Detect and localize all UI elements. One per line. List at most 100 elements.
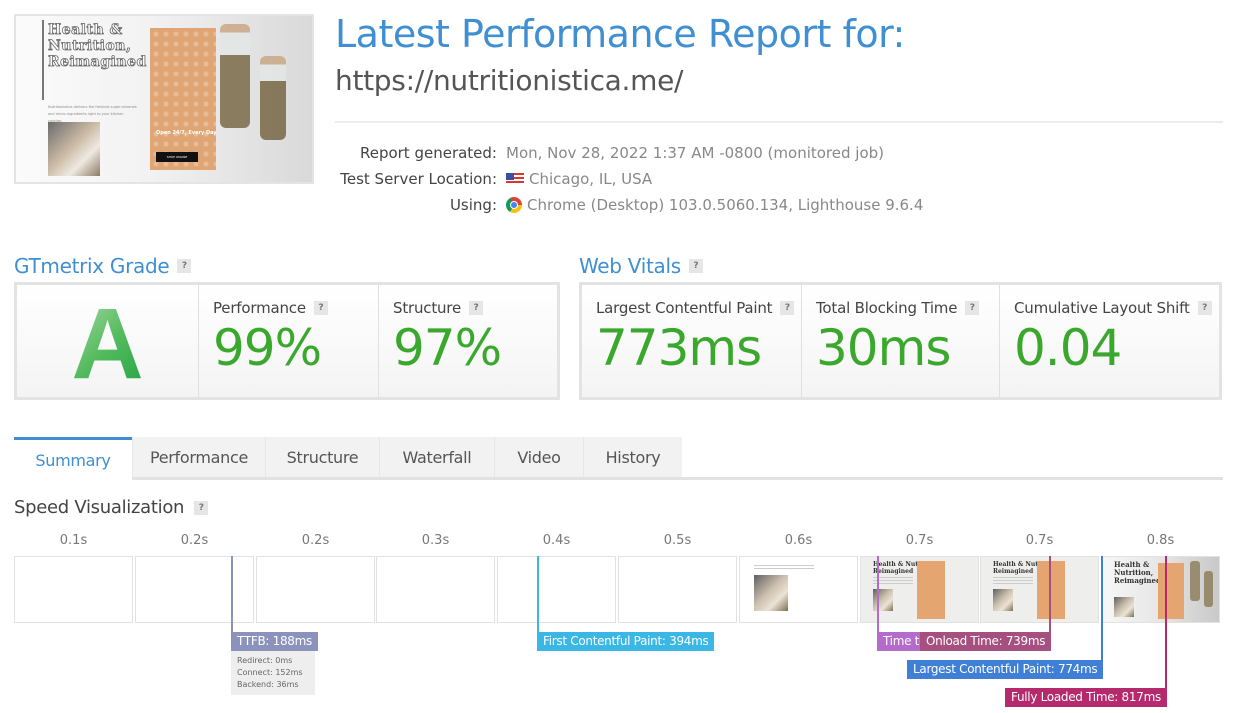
help-icon[interactable]: ? bbox=[468, 301, 483, 315]
filmstrip-frame[interactable] bbox=[14, 556, 133, 623]
ttfb-connect: Connect: 152ms bbox=[237, 668, 303, 677]
thumbnail-jar-image bbox=[220, 24, 250, 128]
gtmetrix-grade-title: GTmetrix Grade bbox=[14, 254, 170, 278]
help-icon[interactable]: ? bbox=[965, 301, 980, 315]
speed-visualization-heading: Speed Visualization ? bbox=[14, 497, 209, 518]
meta-key: Report generated: bbox=[359, 144, 497, 162]
onload-marker-line bbox=[1049, 556, 1051, 632]
fully-marker-line bbox=[1165, 556, 1167, 688]
frame-time-label: 0.4s bbox=[542, 533, 571, 548]
filmstrip-frame[interactable] bbox=[135, 556, 254, 623]
help-icon[interactable]: ? bbox=[780, 301, 795, 315]
frame-orange-panel bbox=[1158, 563, 1184, 619]
frame-photo bbox=[873, 589, 893, 611]
report-url[interactable]: https://nutritionistica.me/ bbox=[335, 64, 683, 97]
frame-text-lines bbox=[754, 565, 814, 570]
structure-score: 97% bbox=[393, 319, 502, 377]
cls-label: Cumulative Layout Shift bbox=[1014, 299, 1190, 317]
frame-headline: Health & Nutrition, Reimagined bbox=[1114, 560, 1161, 585]
meta-key: Test Server Location: bbox=[340, 170, 497, 188]
frame-time-label: 0.8s bbox=[1146, 533, 1175, 548]
grade-letter: A bbox=[71, 288, 144, 400]
help-icon[interactable]: ? bbox=[1197, 301, 1212, 315]
frame-orange-panel bbox=[1037, 561, 1065, 619]
meta-value: Chrome (Desktop) 103.0.5060.134, Lightho… bbox=[527, 196, 924, 214]
web-vitals-title: Web Vitals bbox=[579, 254, 681, 278]
tab-video[interactable]: Video bbox=[494, 437, 583, 477]
frame-time-label: 0.5s bbox=[663, 533, 692, 548]
filmstrip-frame[interactable] bbox=[497, 556, 616, 623]
frame-time-label: 0.7s bbox=[905, 533, 934, 548]
filmstrip-frame[interactable]: Health & Nutrition Reimagined bbox=[980, 556, 1099, 623]
frame-text-lines bbox=[873, 577, 913, 585]
thumbnail-orange-panel bbox=[150, 28, 216, 170]
meta-value: Mon, Nov 28, 2022 1:37 AM -0800 (monitor… bbox=[506, 144, 884, 162]
lcp-label-wrap: Largest Contentful Paint? bbox=[596, 299, 795, 317]
performance-score-cell: Performance? 99% bbox=[198, 285, 378, 397]
header-divider bbox=[335, 121, 1223, 123]
lcp-label: Largest Contentful Paint bbox=[596, 299, 773, 317]
frame-time-label: 0.1s bbox=[59, 533, 88, 548]
frame-orange-panel bbox=[917, 561, 945, 619]
performance-score: 99% bbox=[213, 319, 322, 377]
help-icon[interactable]: ? bbox=[177, 259, 192, 273]
help-icon[interactable]: ? bbox=[688, 259, 703, 273]
tbt-label: Total Blocking Time bbox=[816, 299, 958, 317]
frame-photo bbox=[1114, 597, 1134, 617]
frame-time-label: 0.6s bbox=[784, 533, 813, 548]
meta-value-wrap: Mon, Nov 28, 2022 1:37 AM -0800 (monitor… bbox=[506, 144, 884, 162]
tab-structure[interactable]: Structure bbox=[265, 437, 379, 477]
grade-cell: A bbox=[17, 285, 198, 400]
filmstrip-frame[interactable] bbox=[739, 556, 858, 623]
gtmetrix-grade-box: A Performance? 99% Structure? 97% bbox=[14, 282, 560, 400]
structure-label-wrap: Structure? bbox=[393, 299, 483, 317]
filmstrip-frame[interactable]: Health & Nutrition, Reimagined bbox=[1101, 556, 1220, 623]
help-icon[interactable]: ? bbox=[313, 301, 328, 315]
report-title: Latest Performance Report for: bbox=[335, 12, 905, 56]
fcp-marker-label: First Contentful Paint: 394ms bbox=[537, 632, 715, 651]
lcp-marker-label: Largest Contentful Paint: 774ms bbox=[907, 660, 1104, 679]
tab-summary[interactable]: Summary bbox=[14, 437, 132, 480]
structure-label: Structure bbox=[393, 299, 461, 317]
frame-time-label: 0.3s bbox=[421, 533, 450, 548]
frame-photo bbox=[993, 589, 1013, 611]
filmstrip-frame[interactable] bbox=[376, 556, 495, 623]
tbt-label-wrap: Total Blocking Time? bbox=[816, 299, 980, 317]
tbt-value: 30ms bbox=[816, 319, 951, 377]
page-screenshot-thumbnail[interactable]: Health & Nutrition, Reimagined Nutritionis… bbox=[14, 14, 314, 184]
ttfb-redirect: Redirect: 0ms bbox=[237, 656, 293, 665]
help-icon[interactable]: ? bbox=[194, 500, 209, 515]
tti-marker-line bbox=[877, 556, 879, 632]
onload-marker-label: Onload Time: 739ms bbox=[920, 632, 1052, 651]
thumbnail-jar-image bbox=[260, 56, 286, 140]
filmstrip-frame[interactable] bbox=[618, 556, 737, 623]
structure-score-cell: Structure? 97% bbox=[378, 285, 557, 397]
lcp-marker-line bbox=[1101, 556, 1103, 660]
tab-history[interactable]: History bbox=[583, 437, 682, 477]
gtmetrix-grade-heading: GTmetrix Grade ? bbox=[14, 254, 192, 278]
speed-visualization-title: Speed Visualization bbox=[14, 497, 185, 518]
frame-jar bbox=[1190, 561, 1200, 601]
frame-text-lines bbox=[993, 577, 1033, 585]
meta-value: Chicago, IL, USA bbox=[529, 170, 653, 188]
lcp-value: 773ms bbox=[596, 319, 762, 377]
thumbnail-headline: Health & Nutrition, Reimagined bbox=[48, 22, 147, 71]
report-tabs: Summary Performance Structure Waterfall … bbox=[14, 437, 682, 480]
thumbnail-accent-bar bbox=[42, 20, 44, 100]
tab-performance[interactable]: Performance bbox=[132, 437, 265, 477]
frame-jar bbox=[1204, 571, 1213, 607]
lcp-cell: Largest Contentful Paint? 773ms bbox=[582, 285, 801, 397]
cls-label-wrap: Cumulative Layout Shift? bbox=[1014, 299, 1212, 317]
web-vitals-heading: Web Vitals ? bbox=[579, 254, 703, 278]
performance-label: Performance bbox=[213, 299, 306, 317]
fcp-marker-line bbox=[537, 556, 539, 632]
thumbnail-shop-button: SHOP ONLINE bbox=[156, 152, 198, 162]
cls-value: 0.04 bbox=[1014, 319, 1122, 377]
filmstrip-frame[interactable] bbox=[256, 556, 375, 623]
tab-waterfall[interactable]: Waterfall bbox=[379, 437, 494, 477]
us-flag-icon bbox=[506, 173, 524, 185]
thumbnail-mortar-photo bbox=[48, 122, 100, 176]
frame-time-label: 0.2s bbox=[301, 533, 330, 548]
chrome-icon bbox=[506, 197, 522, 213]
meta-key: Using: bbox=[449, 196, 497, 214]
